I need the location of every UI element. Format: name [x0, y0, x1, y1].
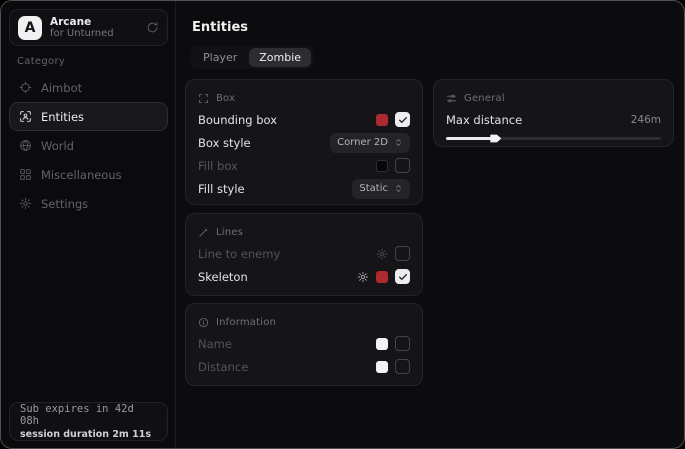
brand-logo: A [18, 16, 42, 40]
row-max-distance: Max distance 246m [446, 110, 661, 130]
entity-type-tabs: Player Zombie [191, 46, 313, 69]
card-title: Information [216, 317, 276, 328]
sliders-icon [446, 93, 457, 104]
crosshair-icon [19, 81, 32, 94]
sidebar-item-label: World [41, 139, 74, 153]
max-distance-value: 246m [631, 114, 661, 126]
brand-subtitle: for Unturned [50, 28, 138, 40]
tab-player[interactable]: Player [193, 48, 247, 67]
category-label: Category [17, 56, 65, 67]
slider-fill [446, 137, 493, 140]
bounding-box-checkbox[interactable] [395, 112, 410, 127]
gear-icon [19, 197, 32, 210]
chevron-up-down-icon [394, 184, 403, 193]
distance-checkbox[interactable] [395, 359, 410, 374]
color-swatch-red[interactable] [376, 114, 388, 126]
info-icon [198, 317, 209, 328]
general-card: General Max distance 246m [433, 79, 674, 147]
chevron-up-down-icon [394, 138, 403, 147]
grid-icon [19, 168, 32, 181]
fill-box-checkbox[interactable] [395, 158, 410, 173]
sidebar-item-label: Entities [41, 110, 84, 124]
color-swatch-black[interactable] [376, 160, 388, 172]
page-title: Entities [192, 20, 248, 35]
row-fill-style: Fill style Static [198, 178, 410, 199]
sidebar-item-label: Aimbot [41, 81, 82, 95]
sidebar-item-world[interactable]: World [9, 131, 168, 160]
sidebar-item-settings[interactable]: Settings [9, 189, 168, 218]
sidebar-item-label: Settings [41, 197, 88, 211]
card-title: General [464, 93, 505, 104]
line-settings-gear-icon[interactable] [376, 248, 388, 260]
brand-name: Arcane [50, 16, 138, 28]
name-checkbox[interactable] [395, 336, 410, 351]
sidebar-item-aimbot[interactable]: Aimbot [9, 73, 168, 102]
sidebar-item-label: Miscellaneous [41, 168, 122, 182]
slider-thumb[interactable] [490, 133, 501, 144]
row-bounding-box: Bounding box [198, 109, 410, 130]
box-frame-icon [198, 93, 209, 104]
row-distance: Distance [198, 356, 410, 377]
tab-zombie[interactable]: Zombie [249, 48, 311, 67]
pencil-line-icon [198, 227, 209, 238]
sidebar-item-miscellaneous[interactable]: Miscellaneous [9, 160, 168, 189]
sidebar-item-entities[interactable]: Entities [9, 102, 168, 131]
color-swatch-red[interactable] [376, 271, 388, 283]
sidebar: A Arcane for Unturned Category Aimbot [1, 1, 176, 448]
box-style-dropdown[interactable]: Corner 2D [330, 133, 410, 153]
color-swatch-white[interactable] [376, 361, 388, 373]
color-swatch-white[interactable] [376, 338, 388, 350]
row-skeleton: Skeleton [198, 266, 410, 287]
fill-style-dropdown[interactable]: Static [352, 179, 410, 199]
lines-card: Lines Line to enemy Skeleton [185, 213, 423, 296]
globe-icon [19, 139, 32, 152]
box-card: Box Bounding box Box style Corner 2D [185, 79, 423, 205]
entity-frame-icon [19, 110, 32, 123]
card-title: Box [216, 93, 235, 104]
brand-card: A Arcane for Unturned [9, 9, 168, 46]
sub-expiry-text: Sub expires in 42d 08h [20, 403, 157, 427]
information-card: Information Name Distance [185, 303, 423, 386]
row-box-style: Box style Corner 2D [198, 132, 410, 153]
skeleton-checkbox[interactable] [395, 269, 410, 284]
subscription-card: Sub expires in 42d 08h session duration … [9, 402, 168, 441]
sidebar-nav: Aimbot Entities World Miscellaneous [9, 73, 168, 218]
row-name: Name [198, 333, 410, 354]
arcane-menu-window: A Arcane for Unturned Category Aimbot [0, 0, 685, 449]
line-to-enemy-checkbox[interactable] [395, 246, 410, 261]
row-fill-box: Fill box [198, 155, 410, 176]
card-title: Lines [216, 227, 243, 238]
row-line-to-enemy: Line to enemy [198, 243, 410, 264]
skeleton-settings-gear-icon[interactable] [357, 271, 369, 283]
main-content: Entities Player Zombie Box Bounding box [177, 1, 684, 448]
refresh-icon[interactable] [146, 21, 159, 34]
session-duration-text: session duration 2m 11s [20, 429, 157, 440]
max-distance-slider[interactable] [446, 132, 661, 144]
